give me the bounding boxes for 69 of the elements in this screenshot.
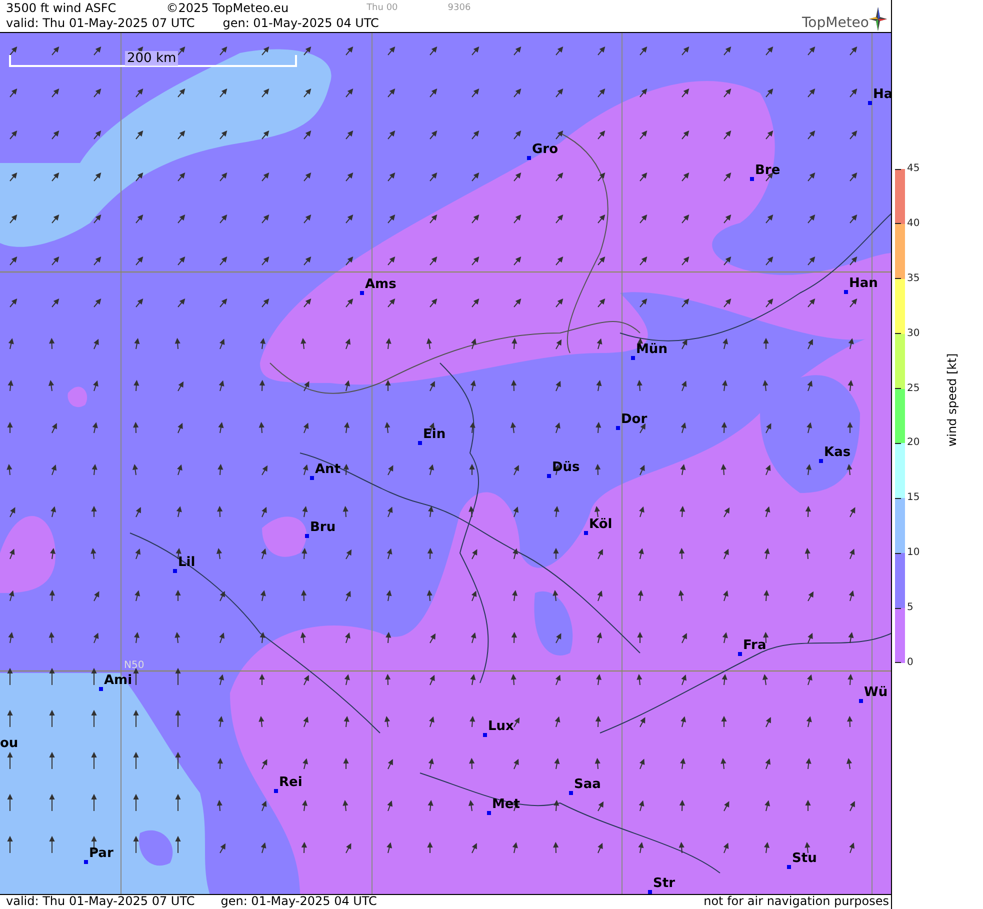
- copyright-text: ©2025 TopMeteo.eu: [166, 1, 289, 16]
- city-label: Han: [849, 276, 878, 291]
- city-marker-icon: [569, 790, 573, 795]
- city-marker-icon: [84, 860, 88, 864]
- city-marker-icon: [584, 530, 588, 535]
- city-marker-icon: [274, 788, 278, 793]
- city-label: Dor: [621, 412, 648, 427]
- tick-label: 10: [907, 547, 920, 560]
- map-title: 3500 ft wind ASFC: [6, 1, 116, 16]
- logo-text: TopMeteo: [802, 14, 869, 31]
- tick-label: 30: [907, 328, 920, 340]
- compass-star-icon: [869, 6, 887, 31]
- city-label: Gro: [532, 142, 558, 157]
- city-label: Ant: [315, 462, 341, 477]
- scale-label: 200 km: [125, 50, 178, 66]
- generated-time: gen: 01-May-2025 04 UTC: [220, 895, 377, 909]
- city-label: Lux: [488, 720, 514, 734]
- tick-label: 20: [907, 437, 920, 450]
- city-label: Rei: [279, 776, 302, 790]
- tick-label: 45: [907, 163, 920, 175]
- tick-label: 35: [907, 272, 920, 285]
- legend-title: wind speed [kt]: [945, 353, 959, 447]
- city-label: Saa: [574, 778, 601, 792]
- city-label: Mün: [636, 342, 668, 357]
- tick-label: 0: [907, 656, 914, 669]
- city-label: Wü: [864, 686, 888, 700]
- tick-label: 15: [907, 492, 920, 504]
- tick-label: 25: [907, 382, 920, 394]
- city-marker-icon: [527, 156, 531, 160]
- city-label: Bru: [310, 520, 336, 535]
- city-label: Par: [89, 846, 114, 861]
- city-marker-icon: [418, 440, 422, 445]
- code-label: 9306: [448, 2, 471, 15]
- city-marker-icon: [738, 652, 742, 656]
- city-marker-icon: [648, 890, 652, 894]
- latitude-label: N50: [124, 660, 144, 671]
- city-marker-icon: [819, 458, 823, 463]
- city-marker-icon: [750, 176, 754, 181]
- city-marker-icon: [487, 810, 491, 815]
- city-label: Ams: [365, 278, 396, 292]
- city-marker-icon: [305, 534, 309, 538]
- city-label: Kas: [824, 446, 851, 460]
- city-label: Bre: [755, 164, 780, 178]
- city-marker-icon: [360, 290, 364, 295]
- city-marker-icon: [616, 426, 620, 430]
- city-label: Ein: [423, 428, 446, 442]
- disclaimer-text: not for air navigation purposes: [704, 895, 890, 909]
- city-marker-icon: [310, 476, 314, 480]
- city-marker-icon: [787, 864, 791, 869]
- generated-time: gen: 01-May-2025 04 UTC: [222, 16, 379, 31]
- city-marker-icon: [483, 732, 487, 737]
- city-marker-icon: [631, 356, 635, 360]
- city-label: ou: [0, 736, 18, 751]
- tick-label: 5: [907, 602, 914, 614]
- city-label: Ami: [104, 674, 132, 688]
- city-marker-icon: [173, 568, 177, 573]
- city-marker-icon: [547, 474, 551, 478]
- city-label: Stu: [792, 852, 817, 866]
- tick-label: 40: [907, 218, 920, 230]
- city-marker-icon: [868, 100, 872, 105]
- valid-time: valid: Thu 01-May-2025 07 UTC: [6, 16, 195, 31]
- city-label: Fra: [743, 638, 766, 653]
- city-marker-icon: [859, 698, 863, 703]
- run-label: Thu 00: [366, 2, 398, 15]
- city-label: Köl: [589, 518, 612, 532]
- city-marker-icon: [844, 290, 848, 294]
- valid-time: valid: Thu 01-May-2025 07 UTC: [6, 895, 195, 909]
- city-label: Str: [653, 876, 675, 891]
- city-marker-icon: [99, 686, 103, 691]
